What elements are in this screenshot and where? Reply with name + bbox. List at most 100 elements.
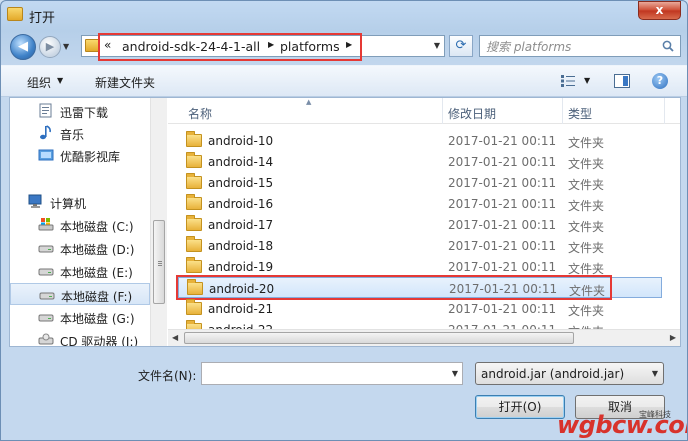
- search-input[interactable]: [486, 39, 656, 54]
- filename-input[interactable]: [206, 366, 436, 381]
- folder-icon: [186, 194, 202, 210]
- window-title: 打开: [29, 11, 56, 26]
- drive-icon: [39, 292, 55, 300]
- file-date: 2017-01-21 00:11: [448, 134, 557, 148]
- organize-dropdown-icon[interactable]: ▼: [57, 76, 63, 85]
- file-row-android-17[interactable]: android-17 2017-01-21 00:11 文件夹: [178, 214, 668, 235]
- breadcrumb-segment-platforms[interactable]: platforms: [280, 39, 340, 54]
- horizontal-scrollbar[interactable]: ◀ ▶: [168, 329, 680, 346]
- system-drive-icon: [38, 218, 54, 231]
- file-type: 文件夹: [568, 241, 605, 255]
- back-button[interactable]: ◀: [10, 34, 36, 60]
- file-date: 2017-01-21 00:11: [448, 260, 557, 274]
- sidebar-item-xunlei-download[interactable]: 迅雷下载: [10, 100, 150, 122]
- sidebar-item-label: 计算机: [50, 197, 87, 211]
- sidebar-item-drive-d[interactable]: 本地磁盘 (D:): [10, 237, 150, 259]
- preview-pane-icon[interactable]: [614, 74, 630, 88]
- organize-button[interactable]: 组织: [27, 74, 51, 91]
- sidebar-item-label: 音乐: [60, 128, 85, 142]
- column-header-type[interactable]: 类型: [568, 105, 592, 122]
- folder-icon: [186, 299, 202, 315]
- title-bar: 打开 x: [1, 1, 687, 29]
- folder-icon: [186, 173, 202, 189]
- command-bar: 组织 ▼ 新建文件夹 ▼ ?: [1, 65, 687, 97]
- address-dropdown-icon[interactable]: ▼: [434, 41, 440, 50]
- file-type: 文件夹: [568, 136, 605, 150]
- download-icon: [39, 103, 52, 118]
- file-date: 2017-01-21 00:11: [448, 239, 557, 253]
- filename-combobox[interactable]: ▼: [201, 362, 463, 385]
- file-name: android-10: [208, 134, 274, 148]
- sidebar-item-drive-g[interactable]: 本地磁盘 (G:): [10, 306, 150, 328]
- close-button[interactable]: x: [638, 1, 681, 20]
- address-bar[interactable]: « android-sdk-24-4-1-all ▶ platforms ▶ ▼: [81, 33, 445, 61]
- file-row-android-18[interactable]: android-18 2017-01-21 00:11 文件夹: [178, 235, 668, 256]
- file-type: 文件夹: [568, 199, 605, 213]
- sidebar-item-label: 本地磁盘 (G:): [60, 312, 135, 326]
- file-type-select[interactable]: android.jar (android.jar) ▼: [475, 362, 664, 385]
- sidebar-item-label: 迅雷下载: [60, 106, 109, 120]
- breadcrumb-segment-sdk[interactable]: android-sdk-24-4-1-all: [122, 39, 260, 54]
- sidebar-item-drive-f[interactable]: 本地磁盘 (F:): [10, 283, 150, 305]
- column-header-date[interactable]: 修改日期: [448, 105, 496, 122]
- file-row-android-21[interactable]: android-21 2017-01-21 00:11 文件夹: [178, 298, 668, 319]
- sidebar-item-cd-drive-j[interactable]: CD 驱动器 (J:): [10, 329, 150, 346]
- file-row-android-10[interactable]: android-10 2017-01-21 00:11 文件夹: [178, 130, 668, 151]
- file-row-android-14[interactable]: android-14 2017-01-21 00:11 文件夹: [178, 151, 668, 172]
- file-date: 2017-01-21 00:11: [448, 197, 557, 211]
- file-name: android-16: [208, 197, 274, 211]
- selected-row-highlight-box: [176, 275, 612, 300]
- navigation-pane: 迅雷下载 音乐 优酷影视库 计算机 本地磁盘 (C:) 本地磁盘 (D:) 本地…: [10, 98, 150, 346]
- filename-dropdown-icon[interactable]: ▼: [452, 369, 458, 378]
- file-name: android-17: [208, 218, 274, 232]
- help-icon[interactable]: ?: [652, 73, 668, 89]
- folder-icon: [186, 236, 202, 252]
- file-row-android-16[interactable]: android-16 2017-01-21 00:11 文件夹: [178, 193, 668, 214]
- sidebar-item-music[interactable]: 音乐: [10, 122, 150, 144]
- folder-icon: [186, 215, 202, 231]
- scrollbar-thumb[interactable]: [184, 332, 574, 344]
- view-dropdown-icon[interactable]: ▼: [584, 76, 590, 85]
- file-type: 文件夹: [568, 178, 605, 192]
- sidebar-item-youku-video[interactable]: 优酷影视库: [10, 144, 150, 166]
- sidebar-item-label: 本地磁盘 (E:): [60, 266, 133, 280]
- filename-label: 文件名(N):: [138, 369, 197, 383]
- breadcrumb-separator[interactable]: ▶: [268, 40, 274, 49]
- file-date: 2017-01-21 00:11: [448, 218, 557, 232]
- file-date: 2017-01-21 00:11: [448, 302, 557, 316]
- breadcrumb-overflow[interactable]: «: [104, 38, 111, 52]
- new-folder-button[interactable]: 新建文件夹: [95, 74, 155, 91]
- refresh-icon: ⟳: [455, 38, 467, 53]
- chevron-down-icon: ▼: [651, 369, 658, 378]
- sidebar-item-drive-c[interactable]: 本地磁盘 (C:): [10, 214, 150, 236]
- watermark: wgbcw.com 宝峰科技: [557, 409, 687, 440]
- file-name: android-21: [208, 302, 274, 316]
- search-box[interactable]: [479, 35, 681, 57]
- sidebar-item-computer[interactable]: 计算机: [10, 191, 150, 213]
- column-header-name[interactable]: 名称: [188, 105, 212, 122]
- breadcrumb-separator[interactable]: ▶: [346, 40, 352, 49]
- scroll-right-icon[interactable]: ▶: [670, 333, 676, 342]
- scroll-left-icon[interactable]: ◀: [172, 333, 178, 342]
- file-type: 文件夹: [568, 157, 605, 171]
- drive-icon: [38, 314, 54, 322]
- open-button[interactable]: 打开(O): [475, 395, 565, 419]
- view-options-icon[interactable]: [560, 74, 576, 88]
- recent-pages-dropdown[interactable]: ▼: [63, 42, 73, 52]
- search-icon: [662, 40, 674, 52]
- file-row-android-19[interactable]: android-19 2017-01-21 00:11 文件夹: [178, 256, 668, 277]
- file-name: android-15: [208, 176, 274, 190]
- sidebar-item-label: CD 驱动器 (J:): [60, 335, 139, 346]
- sidebar-item-label: 优酷影视库: [60, 150, 121, 164]
- refresh-button[interactable]: ⟳: [449, 35, 473, 57]
- sidebar-item-label: 本地磁盘 (D:): [60, 243, 135, 257]
- folder-icon: [85, 39, 99, 52]
- file-list-header: ▲ 名称 修改日期 类型: [168, 98, 680, 124]
- scrollbar-thumb[interactable]: [153, 220, 165, 304]
- computer-icon: [28, 194, 42, 208]
- sidebar-item-drive-e[interactable]: 本地磁盘 (E:): [10, 260, 150, 282]
- forward-button[interactable]: ▶: [39, 36, 61, 58]
- open-file-dialog: 打开 x ◀ ▶ ▼ « android-sdk-24-4-1-all ▶ pl…: [0, 0, 688, 441]
- navigation-pane-scrollbar[interactable]: [150, 98, 167, 346]
- file-row-android-15[interactable]: android-15 2017-01-21 00:11 文件夹: [178, 172, 668, 193]
